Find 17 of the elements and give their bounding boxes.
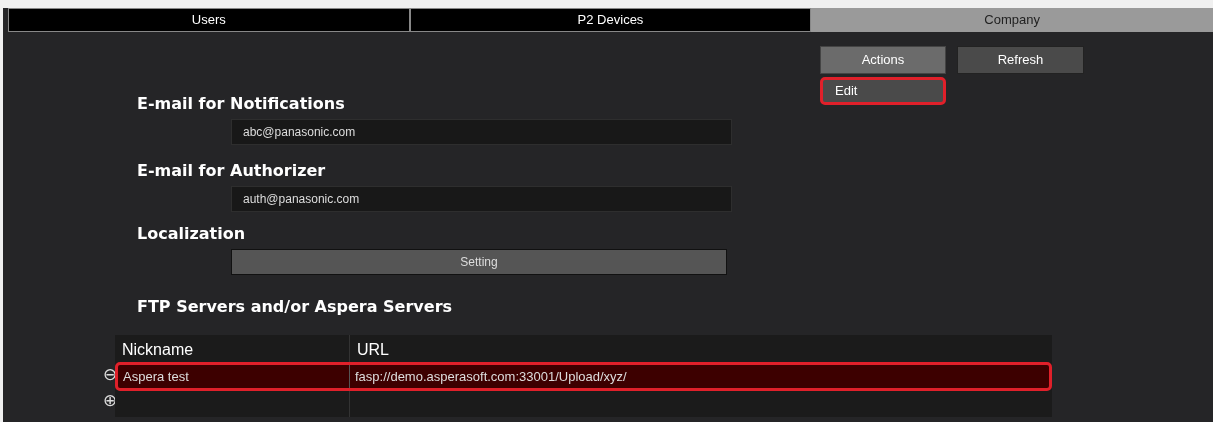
email-field[interactable]: abc@panasonic.com <box>231 119 732 145</box>
actions-button[interactable]: Actions <box>820 46 946 74</box>
table-row[interactable]: Aspera test fasp://demo.asperasoft.com:33001/Upload/xyz/ <box>115 362 1052 391</box>
tab[interactable]: Company <box>811 8 1213 32</box>
table-cell-text: fasp://demo.asperasoft.com:33001/Upload/xyz/ <box>354 367 628 386</box>
section-heading: E-mail for Notifications <box>137 93 346 115</box>
table-cell: Aspera test <box>118 365 350 388</box>
section-heading: FTP Servers and/or Aspera Servers <box>137 296 454 318</box>
setting-button[interactable]: Setting <box>231 249 727 275</box>
tab[interactable]: P2 Devices <box>409 8 812 32</box>
menu-item[interactable]: Edit <box>820 77 946 105</box>
refresh-button[interactable]: Refresh <box>957 46 1084 74</box>
section-heading: Localization <box>137 223 247 245</box>
email-field[interactable]: auth@panasonic.com <box>231 186 732 212</box>
section-heading: E-mail for Authorizer <box>137 160 327 182</box>
column-header: URL <box>356 340 390 360</box>
tab[interactable]: Users <box>8 8 410 32</box>
